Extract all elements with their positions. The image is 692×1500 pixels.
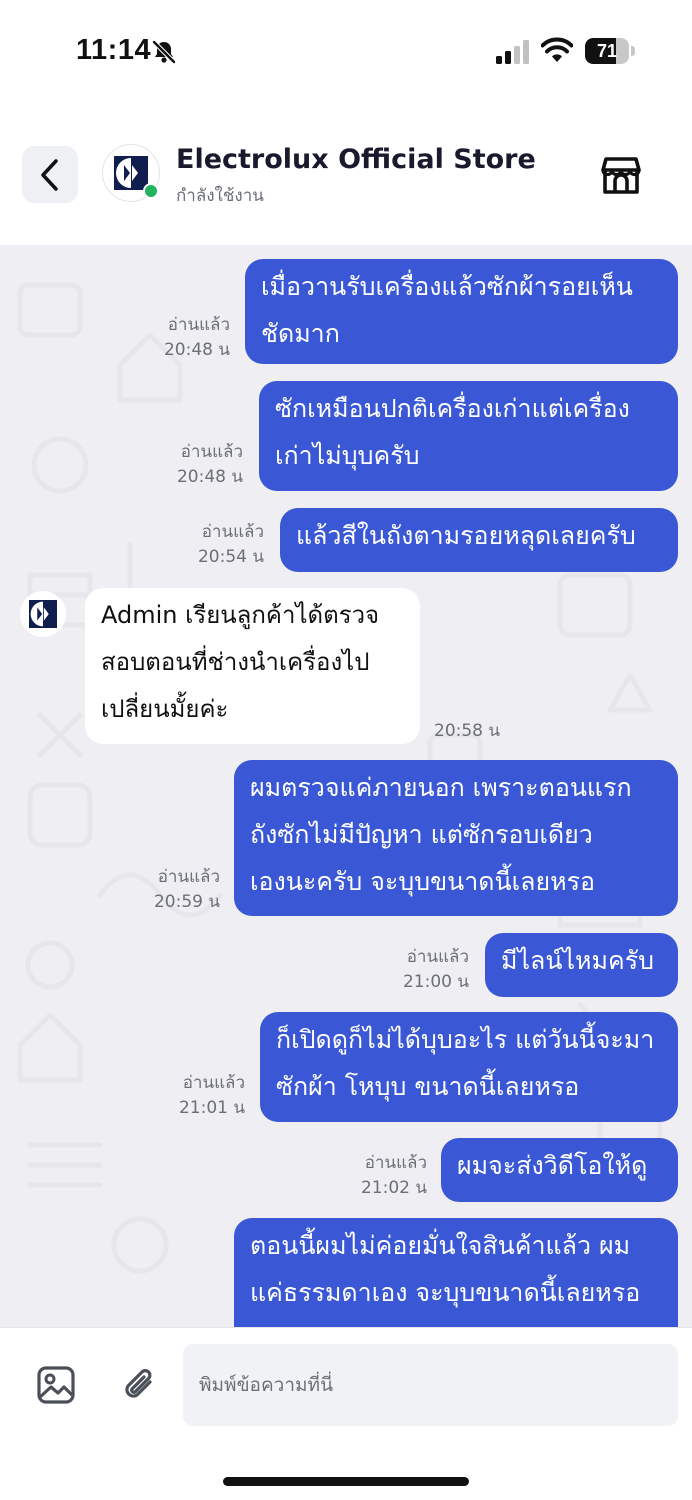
message-input[interactable] bbox=[183, 1344, 678, 1426]
online-indicator bbox=[143, 183, 159, 199]
message-time: 21:01 น bbox=[178, 1098, 245, 1118]
home-indicator bbox=[223, 1477, 469, 1486]
battery-level: 71 bbox=[596, 41, 618, 61]
message-bubble-outgoing[interactable]: มีไลน์ไหมครับ bbox=[485, 933, 678, 997]
electrolux-logo bbox=[29, 600, 57, 628]
message-bubble-outgoing[interactable]: ผมตรวจแค่ภายนอก เพราะตอนแรก ถังซักไม่มีป… bbox=[234, 760, 678, 916]
image-icon[interactable] bbox=[36, 1365, 76, 1405]
chevron-left-icon bbox=[41, 158, 58, 191]
message-text-line: เมื่อวานรับเครื่องแล้วซักผ้ารอยเห็น bbox=[261, 272, 633, 301]
message-bubble-outgoing[interactable]: เมื่อวานรับเครื่องแล้วซักผ้ารอยเห็น ชัดม… bbox=[245, 259, 678, 364]
message-composer bbox=[0, 1327, 692, 1500]
electrolux-logo bbox=[114, 156, 148, 190]
read-receipt: อ่านแล้ว bbox=[157, 867, 220, 887]
message-bubble-outgoing[interactable]: ก็เปิดดูก็ไม่ได้บุบอะไร แต่วันนี้จะมา ซั… bbox=[260, 1012, 678, 1122]
read-receipt: อ่านแล้ว bbox=[364, 1153, 427, 1173]
message-bubble-outgoing[interactable]: ตอนนี้ผมไม่ค่อยมั่นใจสินค้าแล้ว ผม แค่ธร… bbox=[234, 1218, 678, 1327]
message-meta: อ่านแล้ว 20:48 น bbox=[90, 313, 230, 363]
message-text-line: ซักผ้า โหบุบ ขนาดนี้เลยหรอ bbox=[276, 1072, 580, 1101]
message-meta: อ่านแล้ว 21:02 น bbox=[287, 1151, 427, 1201]
message-text-line: เองนะครับ จะบุบขนาดนี้เลยหรอ bbox=[250, 867, 596, 896]
message-bubble-outgoing[interactable]: ซักเหมือนปกติเครื่องเก่าแต่เครื่อง เก่าไ… bbox=[259, 381, 678, 491]
message-bubble-outgoing[interactable]: แล้วสีในถังตามรอยหลุดเลยครับ bbox=[280, 508, 678, 572]
message-text-line: Admin เรียนลูกค้าได้ตรวจ bbox=[101, 601, 380, 629]
storefront-icon[interactable] bbox=[598, 152, 644, 198]
message-text-line: ก็เปิดดูก็ไม่ได้บุบอะไร แต่วันนี้จะมา bbox=[276, 1025, 655, 1054]
cellular-signal-icon bbox=[496, 40, 529, 64]
message-text-line: มีไลน์ไหมครับ bbox=[501, 946, 655, 975]
message-time: 20:48 น bbox=[176, 467, 243, 487]
message-bubble-incoming[interactable]: Admin เรียนลูกค้าได้ตรวจ สอบตอนที่ช่างนำ… bbox=[85, 588, 420, 744]
read-receipt: อ่านแล้ว bbox=[167, 315, 230, 335]
message-time: 20:54 น bbox=[197, 547, 264, 567]
message-time: 20:48 น bbox=[163, 340, 230, 360]
message-text-line: เปลี่ยนมั้ยค่ะ bbox=[101, 695, 229, 723]
message-text-line: ผมจะส่งวิดีโอให้ดู bbox=[457, 1151, 648, 1180]
bell-slash-icon bbox=[152, 40, 176, 64]
message-text-line: แล้วสีในถังตามรอยหลุดเลยครับ bbox=[296, 521, 636, 550]
message-text-line: ผมตรวจแค่ภายนอก เพราะตอนแรก bbox=[250, 773, 632, 802]
read-receipt: อ่านแล้ว bbox=[201, 522, 264, 542]
message-text-line: แค่ธรรมดาเอง จะบุบขนาดนี้เลยหรอ bbox=[250, 1278, 641, 1307]
back-button[interactable] bbox=[22, 146, 78, 203]
message-text-line: สอบตอนที่ช่างนำเครื่องไป bbox=[101, 648, 370, 676]
admin-avatar bbox=[20, 591, 66, 637]
message-meta: อ่านแล้ว 20:59 น bbox=[80, 865, 220, 915]
read-receipt: อ่านแล้ว bbox=[182, 1073, 245, 1093]
message-time: 21:00 น bbox=[402, 972, 469, 992]
message-meta: อ่านแล้ว 20:54 น bbox=[124, 520, 264, 570]
message-text-line: ชัดมาก bbox=[261, 319, 340, 348]
read-receipt: อ่านแล้ว bbox=[180, 442, 243, 462]
paperclip-icon[interactable] bbox=[120, 1365, 160, 1405]
status-time: 11:14 bbox=[76, 34, 152, 66]
message-text-line: เก่าไม่บุบครับ bbox=[275, 441, 420, 470]
wifi-icon bbox=[541, 37, 573, 62]
message-text-line: ถังซักไม่มีปัญหา แต่ซักรอบเดียว bbox=[250, 820, 593, 849]
message-text-line: ตอนนี้ผมไม่ค่อยมั่นใจสินค้าแล้ว ผม bbox=[250, 1231, 631, 1260]
battery-icon: 71 bbox=[585, 38, 635, 64]
message-meta: อ่านแล้ว 20:48 น bbox=[103, 440, 243, 490]
presence-status: กำลังใช้งาน bbox=[176, 186, 264, 206]
read-receipt: อ่านแล้ว bbox=[406, 947, 469, 967]
message-time: 20:59 น bbox=[153, 892, 220, 912]
message-meta: อ่านแล้ว 21:00 น bbox=[329, 945, 469, 995]
chat-messages[interactable]: อ่านแล้ว 20:48 น เมื่อวานรับเครื่องแล้วซ… bbox=[0, 245, 692, 1327]
message-time: 20:58 น bbox=[434, 721, 501, 741]
message-bubble-outgoing[interactable]: ผมจะส่งวิดีโอให้ดู bbox=[441, 1138, 678, 1202]
chat-header: Electrolux Official Store กำลังใช้งาน bbox=[0, 100, 692, 245]
message-text-line: ซักเหมือนปกติเครื่องเก่าแต่เครื่อง bbox=[275, 394, 630, 423]
store-name[interactable]: Electrolux Official Store bbox=[176, 144, 536, 175]
message-meta: อ่านแล้ว 21:01 น bbox=[105, 1071, 245, 1121]
status-bar: 11:14 71 bbox=[0, 0, 692, 100]
message-time: 21:02 น bbox=[360, 1178, 427, 1198]
